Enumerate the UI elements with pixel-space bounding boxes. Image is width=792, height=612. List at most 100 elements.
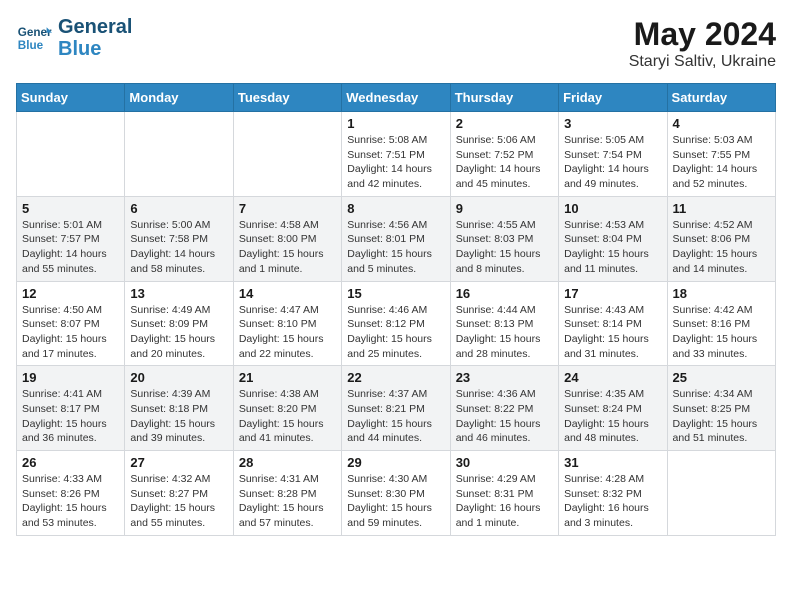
day-info: Sunrise: 4:32 AMSunset: 8:27 PMDaylight:… [130,472,227,531]
calendar-cell: 7 Sunrise: 4:58 AMSunset: 8:00 PMDaylight… [233,196,341,281]
day-number: 2 [456,116,553,131]
day-number: 22 [347,370,444,385]
calendar-cell: 15 Sunrise: 4:46 AMSunset: 8:12 PMDayligh… [342,281,450,366]
calendar-cell: 12Sunrise: 4:50 AMSunset: 8:07 PMDayligh… [17,281,125,366]
calendar-cell: 30Sunrise: 4:29 AMSunset: 8:31 PMDayligh… [450,451,558,536]
calendar-cell: 18 Sunrise: 4:42 AMSunset: 8:16 PMDayligh… [667,281,775,366]
day-number: 28 [239,455,336,470]
location: Staryi Saltiv, Ukraine [629,53,776,71]
day-number: 30 [456,455,553,470]
title-block: May 2024 Staryi Saltiv, Ukraine [629,16,776,71]
day-number: 8 [347,201,444,216]
calendar-cell: 5 Sunrise: 5:01 AMSunset: 7:57 PMDaylight… [17,196,125,281]
calendar-cell: 3 Sunrise: 5:05 AMSunset: 7:54 PMDaylight… [559,112,667,197]
calendar-cell: 17Sunrise: 4:43 AMSunset: 8:14 PMDayligh… [559,281,667,366]
day-info: Sunrise: 5:06 AMSunset: 7:52 PMDaylight:… [456,133,553,192]
calendar-cell: 1 Sunrise: 5:08 AMSunset: 7:51 PMDaylight… [342,112,450,197]
day-info: Sunrise: 4:28 AMSunset: 8:32 PMDaylight:… [564,472,661,531]
day-info: Sunrise: 4:47 AMSunset: 8:10 PMDaylight:… [239,303,336,362]
day-info: Sunrise: 4:53 AMSunset: 8:04 PMDaylight:… [564,218,661,277]
day-number: 17 [564,286,661,301]
day-number: 10 [564,201,661,216]
calendar-cell: 4Sunrise: 5:03 AMSunset: 7:55 PMDaylight… [667,112,775,197]
day-number: 1 [347,116,444,131]
day-info: Sunrise: 4:36 AMSunset: 8:22 PMDaylight:… [456,387,553,446]
calendar-cell: 6 Sunrise: 5:00 AMSunset: 7:58 PMDaylight… [125,196,233,281]
day-info: Sunrise: 4:38 AMSunset: 8:20 PMDaylight:… [239,387,336,446]
day-info: Sunrise: 4:42 AMSunset: 8:16 PMDaylight:… [673,303,770,362]
calendar-cell: 9 Sunrise: 4:55 AMSunset: 8:03 PMDaylight… [450,196,558,281]
calendar-cell: 19 Sunrise: 4:41 AMSunset: 8:17 PMDayligh… [17,366,125,451]
calendar-cell: 11Sunrise: 4:52 AMSunset: 8:06 PMDayligh… [667,196,775,281]
day-info: Sunrise: 4:31 AMSunset: 8:28 PMDaylight:… [239,472,336,531]
day-number: 24 [564,370,661,385]
day-info: Sunrise: 4:49 AMSunset: 8:09 PMDaylight:… [130,303,227,362]
calendar-week-row: 19 Sunrise: 4:41 AMSunset: 8:17 PMDayligh… [17,366,776,451]
calendar-cell: 20Sunrise: 4:39 AMSunset: 8:18 PMDayligh… [125,366,233,451]
month-title: May 2024 [629,16,776,53]
day-info: Sunrise: 4:58 AMSunset: 8:00 PMDaylight:… [239,218,336,277]
calendar-header-row: SundayMondayTuesdayWednesdayThursdayFrid… [17,84,776,112]
day-info: Sunrise: 4:35 AMSunset: 8:24 PMDaylight:… [564,387,661,446]
logo: General Blue General Blue [16,16,132,60]
calendar-cell [667,451,775,536]
day-number: 3 [564,116,661,131]
calendar-cell [125,112,233,197]
calendar-week-row: 5 Sunrise: 5:01 AMSunset: 7:57 PMDaylight… [17,196,776,281]
logo-general-text: General [58,16,132,38]
day-info: Sunrise: 4:34 AMSunset: 8:25 PMDaylight:… [673,387,770,446]
calendar-cell: 2 Sunrise: 5:06 AMSunset: 7:52 PMDaylight… [450,112,558,197]
day-info: Sunrise: 4:41 AMSunset: 8:17 PMDaylight:… [22,387,119,446]
day-info: Sunrise: 4:33 AMSunset: 8:26 PMDaylight:… [22,472,119,531]
day-info: Sunrise: 4:30 AMSunset: 8:30 PMDaylight:… [347,472,444,531]
day-info: Sunrise: 4:37 AMSunset: 8:21 PMDaylight:… [347,387,444,446]
weekday-header-monday: Monday [125,84,233,112]
day-info: Sunrise: 5:01 AMSunset: 7:57 PMDaylight:… [22,218,119,277]
logo-blue-text: Blue [58,38,132,60]
calendar-cell: 14Sunrise: 4:47 AMSunset: 8:10 PMDayligh… [233,281,341,366]
calendar-cell: 23 Sunrise: 4:36 AMSunset: 8:22 PMDayligh… [450,366,558,451]
day-info: Sunrise: 4:44 AMSunset: 8:13 PMDaylight:… [456,303,553,362]
calendar-week-row: 26 Sunrise: 4:33 AMSunset: 8:26 PMDayligh… [17,451,776,536]
day-number: 13 [130,286,227,301]
calendar-cell: 16 Sunrise: 4:44 AMSunset: 8:13 PMDayligh… [450,281,558,366]
calendar-cell: 31Sunrise: 4:28 AMSunset: 8:32 PMDayligh… [559,451,667,536]
calendar-cell: 8 Sunrise: 4:56 AMSunset: 8:01 PMDaylight… [342,196,450,281]
day-info: Sunrise: 4:52 AMSunset: 8:06 PMDaylight:… [673,218,770,277]
day-info: Sunrise: 5:00 AMSunset: 7:58 PMDaylight:… [130,218,227,277]
calendar-cell [17,112,125,197]
weekday-header-friday: Friday [559,84,667,112]
day-number: 26 [22,455,119,470]
day-number: 16 [456,286,553,301]
calendar-cell: 21 Sunrise: 4:38 AMSunset: 8:20 PMDayligh… [233,366,341,451]
day-number: 6 [130,201,227,216]
calendar-cell: 26 Sunrise: 4:33 AMSunset: 8:26 PMDayligh… [17,451,125,536]
day-number: 9 [456,201,553,216]
weekday-header-sunday: Sunday [17,84,125,112]
day-info: Sunrise: 5:05 AMSunset: 7:54 PMDaylight:… [564,133,661,192]
day-number: 7 [239,201,336,216]
logo-icon: General Blue [16,20,52,56]
day-number: 4 [673,116,770,131]
weekday-header-tuesday: Tuesday [233,84,341,112]
day-info: Sunrise: 4:56 AMSunset: 8:01 PMDaylight:… [347,218,444,277]
calendar-cell: 22 Sunrise: 4:37 AMSunset: 8:21 PMDayligh… [342,366,450,451]
day-number: 19 [22,370,119,385]
day-info: Sunrise: 5:08 AMSunset: 7:51 PMDaylight:… [347,133,444,192]
day-info: Sunrise: 4:46 AMSunset: 8:12 PMDaylight:… [347,303,444,362]
day-number: 20 [130,370,227,385]
day-number: 23 [456,370,553,385]
calendar-cell: 10 Sunrise: 4:53 AMSunset: 8:04 PMDayligh… [559,196,667,281]
day-number: 15 [347,286,444,301]
day-number: 25 [673,370,770,385]
calendar-table: SundayMondayTuesdayWednesdayThursdayFrid… [16,83,776,536]
day-number: 5 [22,201,119,216]
day-number: 27 [130,455,227,470]
calendar-cell: 29Sunrise: 4:30 AMSunset: 8:30 PMDayligh… [342,451,450,536]
day-number: 18 [673,286,770,301]
day-info: Sunrise: 4:50 AMSunset: 8:07 PMDaylight:… [22,303,119,362]
calendar-cell: 25 Sunrise: 4:34 AMSunset: 8:25 PMDayligh… [667,366,775,451]
weekday-header-thursday: Thursday [450,84,558,112]
day-number: 21 [239,370,336,385]
day-info: Sunrise: 4:55 AMSunset: 8:03 PMDaylight:… [456,218,553,277]
